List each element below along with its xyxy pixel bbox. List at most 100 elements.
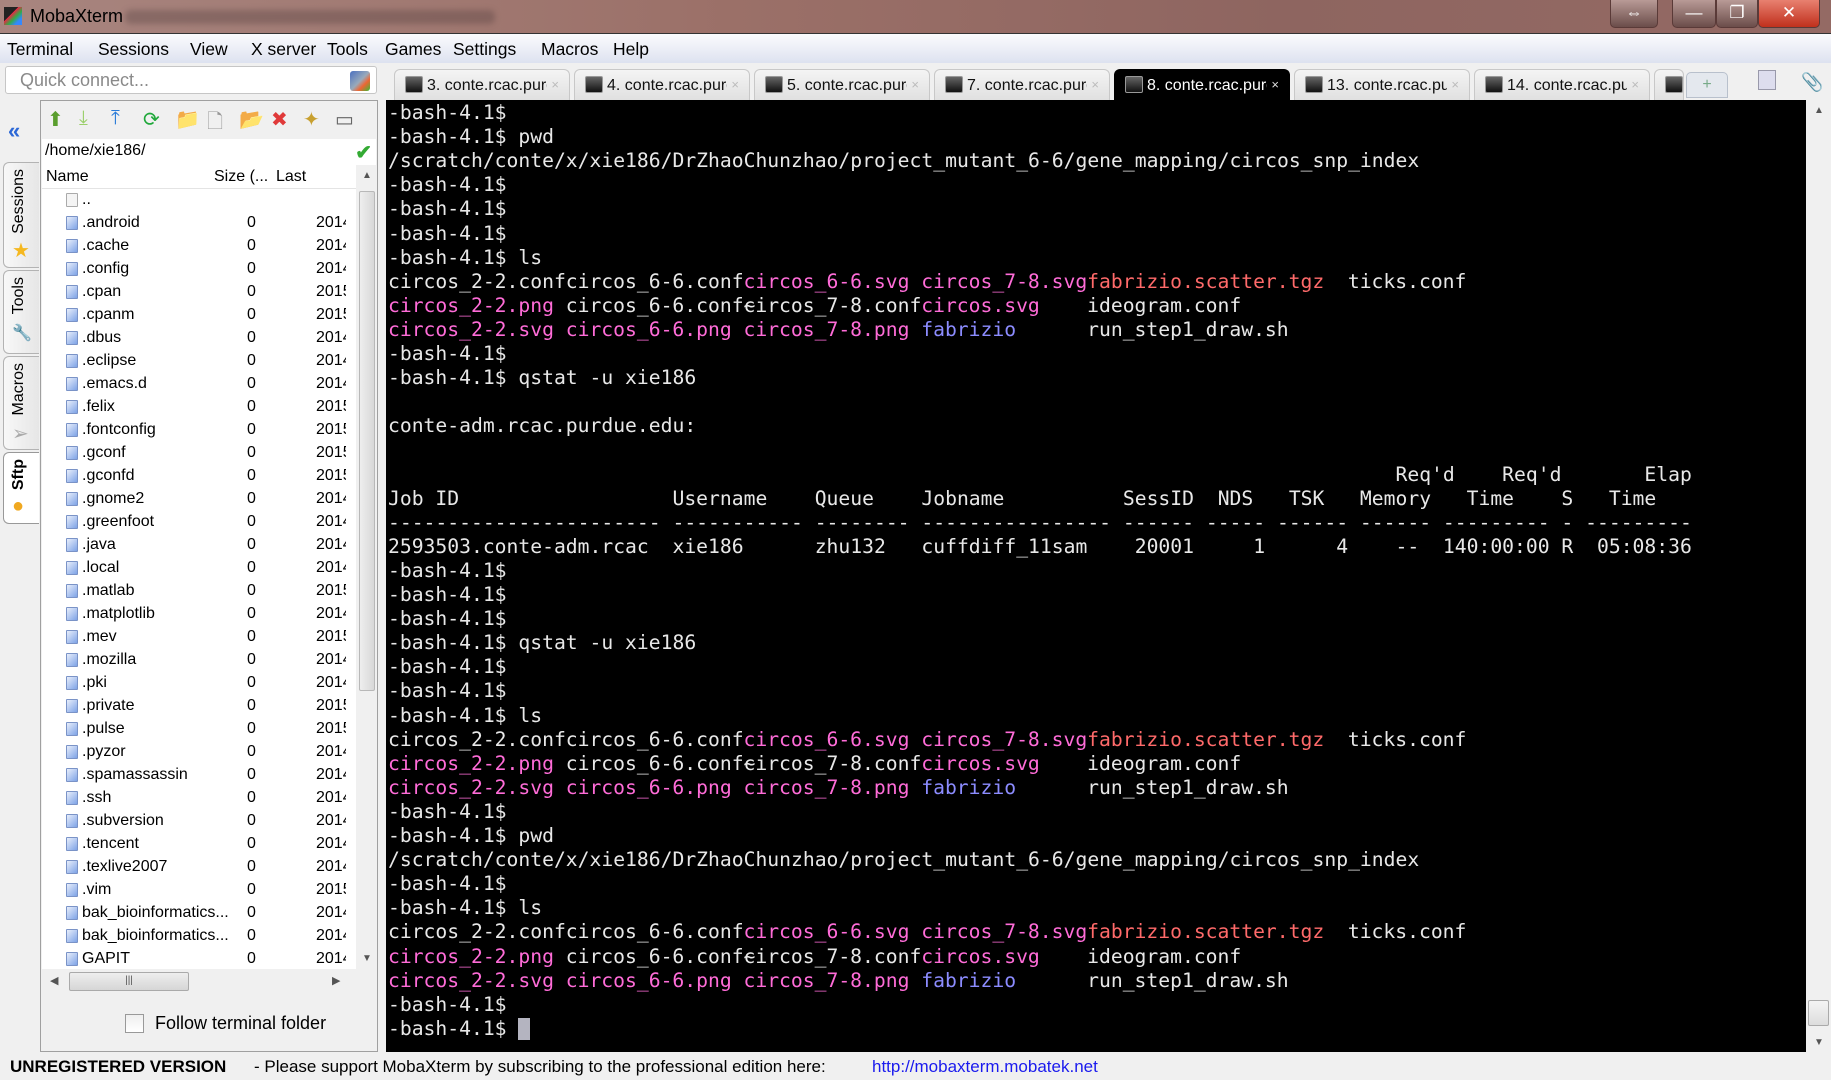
session-tab[interactable]: 7. conte.rcac.purdue.edu ×: [934, 69, 1110, 100]
file-row[interactable]: .fontconfig 0 2015: [42, 419, 356, 442]
file-row[interactable]: .matplotlib 0 2014: [42, 603, 356, 626]
upload-icon[interactable]: ⤒: [111, 107, 120, 130]
menu-terminal[interactable]: Terminal: [7, 39, 73, 60]
parent-folder-icon[interactable]: ⬆: [47, 107, 64, 132]
sidebar-tab-sftp[interactable]: Sftp ●: [3, 452, 39, 524]
resize-button[interactable]: ⇔: [1610, 0, 1658, 28]
tab-close-icon[interactable]: ×: [1451, 77, 1459, 92]
session-tab[interactable]: 3. conte.rcac.purdue.edu ×: [394, 69, 570, 100]
file-row[interactable]: .spamassassin 0 2014: [42, 764, 356, 787]
sidebar-tab-tools[interactable]: Tools 🔧: [3, 270, 39, 354]
terminal-output[interactable]: -bash-4.1$ -bash-4.1$ pwd/scratch/conte/x…: [386, 100, 1806, 1052]
new-file-icon[interactable]: 🗋: [207, 107, 223, 141]
new-tab-button[interactable]: +: [1686, 72, 1728, 98]
session-manager-icon[interactable]: [350, 71, 370, 91]
file-list-horizontal-scrollbar[interactable]: ◀ ||| ▶: [42, 969, 356, 993]
file-row[interactable]: .mozilla 0 2014: [42, 649, 356, 672]
file-row[interactable]: .android 0 2014: [42, 212, 356, 235]
file-row[interactable]: .java 0 2014: [42, 534, 356, 557]
session-tab[interactable]: 8. conte.rcac.purdue.edu ×: [1114, 69, 1290, 100]
scrollbar-thumb[interactable]: [359, 191, 375, 691]
file-list-vertical-scrollbar[interactable]: ▲ ▼: [357, 165, 377, 969]
file-row[interactable]: .greenfoot 0 2014: [42, 511, 356, 534]
scroll-down-icon[interactable]: ▼: [362, 953, 372, 964]
file-row[interactable]: .gconfd 0 2015: [42, 465, 356, 488]
file-row[interactable]: ..: [42, 189, 356, 212]
file-row[interactable]: .pyzor 0 2014: [42, 741, 356, 764]
file-row[interactable]: .felix 0 2015: [42, 396, 356, 419]
file-row[interactable]: .cache 0 2014: [42, 235, 356, 258]
file-row[interactable]: .config 0 2014: [42, 258, 356, 281]
file-row[interactable]: .pulse 0 2015: [42, 718, 356, 741]
tab-scroll-right-icon[interactable]: [1758, 70, 1776, 90]
magic-wand-icon[interactable]: ✦: [303, 107, 320, 132]
tab-close-icon[interactable]: ×: [1091, 77, 1099, 92]
scrollbar-thumb[interactable]: [1808, 1000, 1829, 1026]
scroll-down-icon[interactable]: ▼: [1814, 1037, 1824, 1048]
tab-close-icon[interactable]: ×: [731, 77, 739, 92]
file-row[interactable]: GAPIT 0 2014: [42, 948, 356, 969]
checkmark-icon[interactable]: ✔: [355, 140, 372, 165]
file-row[interactable]: .ssh 0 2014: [42, 787, 356, 810]
file-row[interactable]: .vim 0 2015: [42, 879, 356, 902]
menu-x-server[interactable]: X server: [251, 39, 316, 60]
scroll-up-icon[interactable]: ▲: [1814, 105, 1824, 116]
file-row[interactable]: .dbus 0 2014: [42, 327, 356, 350]
column-size[interactable]: Size (...: [214, 168, 268, 186]
sidebar-tab-macros[interactable]: Macros ➢: [3, 356, 39, 450]
tab-close-icon[interactable]: ×: [911, 77, 919, 92]
file-row[interactable]: .cpanm 0 2015: [42, 304, 356, 327]
column-name[interactable]: Name: [46, 168, 89, 186]
scroll-right-icon[interactable]: ▶: [332, 974, 340, 987]
menu-view[interactable]: View: [190, 39, 228, 60]
file-row[interactable]: .cpan 0 2015: [42, 281, 356, 304]
tab-close-icon[interactable]: ×: [1271, 77, 1279, 92]
refresh-icon[interactable]: ⟳: [143, 107, 160, 132]
attach-icon[interactable]: 📎: [1801, 72, 1823, 93]
session-tab[interactable]: 5. conte.rcac.purdue.edu ×: [754, 69, 930, 100]
collapse-sidebar-icon[interactable]: «: [8, 118, 21, 144]
sftp-path-input[interactable]: /home/xie186/ ✔: [42, 139, 376, 165]
file-row[interactable]: .eclipse 0 2014: [42, 350, 356, 373]
file-row[interactable]: .matlab 0 2015: [42, 580, 356, 603]
menu-help[interactable]: Help: [613, 39, 649, 60]
file-row[interactable]: .subversion 0 2014: [42, 810, 356, 833]
minimize-button[interactable]: —: [1672, 0, 1716, 28]
file-row[interactable]: .gnome2 0 2014: [42, 488, 356, 511]
file-row[interactable]: .private 0 2015: [42, 695, 356, 718]
session-tab[interactable]: 14. conte.rcac.purdue.edu ×: [1474, 69, 1650, 100]
sidebar-tab-sessions[interactable]: Sessions ★: [3, 162, 39, 268]
tab-close-icon[interactable]: ×: [1631, 77, 1639, 92]
file-row[interactable]: bak_bioinformatics... 0 2014: [42, 925, 356, 948]
menu-sessions[interactable]: Sessions: [98, 39, 169, 60]
file-row[interactable]: .emacs.d 0 2014: [42, 373, 356, 396]
file-row[interactable]: .texlive2007 0 2014: [42, 856, 356, 879]
menu-settings[interactable]: Settings: [453, 39, 516, 60]
follow-terminal-folder-checkbox[interactable]: [125, 1014, 144, 1033]
file-row[interactable]: .local 0 2014: [42, 557, 356, 580]
open-folder-icon[interactable]: 📂: [239, 107, 264, 132]
column-last-modified[interactable]: Last: [276, 168, 306, 186]
session-tab[interactable]: 13. conte.rcac.purdue.edu ×: [1294, 69, 1470, 100]
session-tab-overflow[interactable]: [1654, 69, 1684, 100]
file-row[interactable]: .tencent 0 2014: [42, 833, 356, 856]
mobatek-link[interactable]: http://mobaxterm.mobatek.net: [872, 1057, 1098, 1077]
scroll-up-icon[interactable]: ▲: [362, 170, 372, 181]
scroll-left-icon[interactable]: ◀: [50, 974, 58, 987]
terminal-scrollbar[interactable]: ▲ ▼: [1806, 100, 1831, 1052]
terminal-icon[interactable]: ▭: [335, 107, 354, 132]
menu-tools[interactable]: Tools: [327, 39, 368, 60]
new-folder-icon[interactable]: 📁: [175, 107, 200, 132]
session-tab[interactable]: 4. conte.rcac.purdue.edu ×: [574, 69, 750, 100]
quick-connect-input[interactable]: Quick connect...: [5, 66, 377, 94]
file-row[interactable]: .pki 0 2014: [42, 672, 356, 695]
scrollbar-thumb[interactable]: |||: [69, 972, 189, 991]
menu-macros[interactable]: Macros: [541, 39, 598, 60]
file-row[interactable]: bak_bioinformatics... 0 2014: [42, 902, 356, 925]
file-row[interactable]: .gconf 0 2015: [42, 442, 356, 465]
download-icon[interactable]: ⤓: [79, 107, 88, 130]
delete-icon[interactable]: ✖: [271, 107, 288, 132]
tab-close-icon[interactable]: ×: [551, 77, 559, 92]
menu-games[interactable]: Games: [385, 39, 441, 60]
file-row[interactable]: .mev 0 2015: [42, 626, 356, 649]
